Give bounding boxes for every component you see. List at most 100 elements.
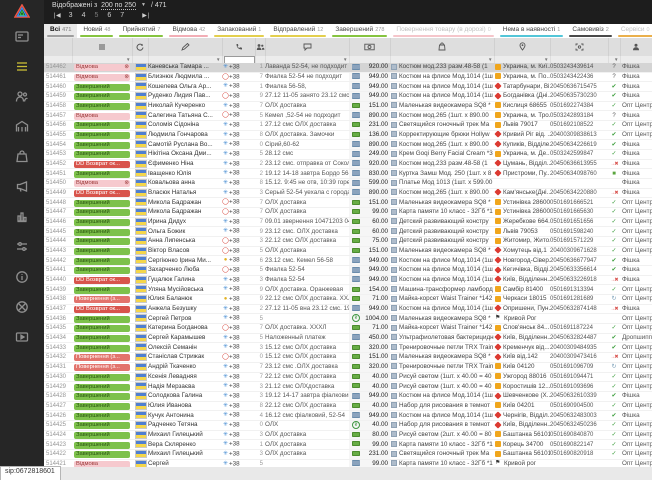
client-name: Сергей Петров	[148, 314, 222, 324]
table-row[interactable]: 514429 Завершений Надія Мерзаєва ✳+38 3 …	[44, 382, 652, 392]
sidebar-item-video-tutorials[interactable]	[0, 322, 44, 352]
sidebar-item-orders-list[interactable]	[0, 52, 44, 82]
status-filter[interactable]: ▼	[72, 56, 132, 63]
table-row[interactable]: 514453 Завершений Нікітіна Оксана Дми...…	[44, 150, 652, 160]
flag-column-header[interactable]	[132, 38, 148, 56]
page-5-current[interactable]: 5	[94, 12, 98, 19]
amount-filter[interactable]	[349, 56, 390, 63]
table-row[interactable]: 514450 Відмова⊗ Ковальова анна ✳+38 8 15…	[44, 179, 652, 189]
table-row[interactable]: 514422 Завершений Михаил Гилецький ✳+38 …	[44, 449, 652, 459]
table-row[interactable]: 514441 Завершений Захарченко Люба ◯+38 5…	[44, 266, 652, 276]
page-3[interactable]: 3	[69, 12, 73, 19]
sidebar-item-info[interactable]	[0, 262, 44, 292]
tab-прийнятий[interactable]: Прийнятий7	[116, 24, 166, 38]
table-row[interactable]: 514432 Повернення (з... Станіслав Стрижа…	[44, 353, 652, 363]
count-filter[interactable]	[255, 56, 265, 63]
table-row[interactable]: 514427 Завершений Юлия Иванова ✳+38 8 22…	[44, 401, 652, 411]
sidebar-item-support[interactable]	[0, 292, 44, 322]
table-row[interactable]: 514451 Завершений Іващенко Юлія ✳+38 2 1…	[44, 169, 652, 179]
sidebar-item-reports[interactable]	[0, 202, 44, 232]
table-row[interactable]: 514447 Завершений Микола Бадражан ◯+38 7…	[44, 208, 652, 218]
address-filter[interactable]: ▼	[494, 56, 550, 63]
page-7[interactable]: 7	[120, 12, 124, 19]
app-logo[interactable]	[0, 0, 44, 22]
table-row[interactable]: 514438 Повернення (з... Юлия Баланюк ●+3…	[44, 295, 652, 305]
table-row[interactable]: 514423 Завершений Вера Скляренко ✳+38 1 …	[44, 440, 652, 450]
table-row[interactable]: 514458 Завершений Николай Кучеренко ✳+38…	[44, 101, 652, 111]
table-row[interactable]: 514440 DD Возврат ок... Гуцалюк Галина ✳…	[44, 275, 652, 285]
status-column-header[interactable]	[72, 38, 132, 56]
sidebar-item-purchases[interactable]	[0, 142, 44, 172]
product-filter[interactable]: ▼	[390, 56, 494, 63]
sidebar-item-warehouse[interactable]	[0, 112, 44, 142]
table-row[interactable]: 514444 Завершений Анна Липенська ◯+38 3 …	[44, 237, 652, 247]
tab-відправлений[interactable]: Відправлений12	[267, 24, 329, 38]
table-row[interactable]: 514437 DD Возврат ок... Анжела Безушку ✳…	[44, 304, 652, 314]
phone-filter-input[interactable]	[224, 56, 255, 63]
phone-column-header[interactable]	[222, 38, 255, 56]
sidebar-item-dashboard[interactable]	[0, 22, 44, 52]
flag-filter[interactable]	[132, 56, 148, 63]
tab-повернення-товару-в-дорозі-[interactable]: Повернення товару (в дорозі)0	[390, 24, 496, 38]
id-filter[interactable]	[44, 56, 72, 63]
table-row[interactable]: 514448 Завершений Микола Бадражан ◯+38 7…	[44, 198, 652, 208]
tab-сервіси[interactable]: Сервіси0	[615, 24, 652, 38]
first-page-button[interactable]: ❘◀	[52, 12, 60, 19]
comment-column-header[interactable]	[265, 38, 349, 56]
table-row[interactable]: 514459 Завершений Руденко Лидия Пав... ◯…	[44, 92, 652, 102]
tab-underline	[569, 35, 612, 37]
table-row[interactable]: 514439 Завершений Уляна Мусійовська ✳+38…	[44, 285, 652, 295]
tab-відмова[interactable]: Відмова42	[166, 24, 211, 38]
check-filter[interactable]: ▼	[608, 56, 620, 63]
last-page-button[interactable]: ▶❘	[142, 12, 150, 19]
tab-всі[interactable]: Всі471	[44, 24, 77, 38]
table-row[interactable]: 514442 Завершений Сергіюнко Ірина Ми... …	[44, 256, 652, 266]
table-row[interactable]: 514449 DD Возврат ок... Власюк Наталья ✳…	[44, 188, 652, 198]
table-row[interactable]: 514425 Завершений Радченко Тетяна ✳+38 0…	[44, 420, 652, 430]
tab-завершений[interactable]: Завершений278	[329, 24, 390, 38]
sidebar-item-settings[interactable]	[0, 232, 44, 262]
page-6[interactable]: 6	[107, 12, 111, 19]
table-row[interactable]: 514443 Завершений Віктор Власов ◯+38 5 О…	[44, 246, 652, 256]
tab-нема-в-наявності[interactable]: Нема в наявності1	[497, 24, 567, 38]
sidebar-item-announcements[interactable]	[0, 172, 44, 202]
table-row[interactable]: 514462 Відмова⊗ Каневська Тамара ... ✳+3…	[44, 63, 652, 72]
client-filter[interactable]: ▼	[148, 56, 222, 63]
manager-filter[interactable]	[620, 56, 652, 63]
page-4[interactable]: 4	[82, 12, 86, 19]
table-row[interactable]: 514455 Завершений Людмила Гончарова ✳+38…	[44, 130, 652, 140]
table-row[interactable]: 514460 Завершений Кошелева Ольга Ар... ✳…	[44, 82, 652, 92]
table-row[interactable]: 514428 Завершений Солодкова Галина ✳+38 …	[44, 391, 652, 401]
address-column-header[interactable]	[494, 38, 550, 56]
table-row[interactable]: 514461 Відмова⊗ Близнюк Людмила ... ◯+38…	[44, 72, 652, 82]
manager-column-header[interactable]	[620, 38, 652, 56]
table-row[interactable]: 514456 Завершений Соломія Сідоніна ✳+38 …	[44, 121, 652, 131]
comment-filter[interactable]: ▼	[265, 56, 349, 63]
client-column-header[interactable]	[148, 38, 222, 56]
check-column-header[interactable]	[608, 38, 620, 56]
sidebar-item-clients[interactable]	[0, 82, 44, 112]
contacts-column-header[interactable]	[255, 38, 265, 56]
table-row[interactable]: 514434 Завершений Сергей Карамышев ✳+38 …	[44, 333, 652, 343]
table-row[interactable]: 514435 Завершений Катерина Богданова ◯+3…	[44, 324, 652, 334]
amount-column-header[interactable]	[349, 38, 390, 56]
table-row[interactable]: 514426 Завершений Кучук Антонина ✳+38 4 …	[44, 411, 652, 421]
table-row[interactable]: 514452 DD Возврат ок... Єфименко Ніна ✳+…	[44, 159, 652, 169]
table-row[interactable]: 514454 Завершений Самотій Руслана Во... …	[44, 140, 652, 150]
ttn-column-header[interactable]	[550, 38, 608, 56]
tab-новий[interactable]: Новий48	[77, 24, 116, 38]
range-dropdown[interactable]: 200 по 250	[101, 2, 136, 10]
table-row[interactable]: 514424 Завершений Михаил Гилецький ✳+38 …	[44, 430, 652, 440]
id-column-header[interactable]	[44, 38, 72, 56]
table-row[interactable]: 514430 Завершений Ксенія Левадняя ✳+38 7…	[44, 372, 652, 382]
tab-запакований[interactable]: Запакований1	[211, 24, 267, 38]
ttn-filter[interactable]	[550, 56, 608, 63]
table-row[interactable]: 514445 Завершений Ольга Божик ✳+38 9 23.…	[44, 227, 652, 237]
table-row[interactable]: 514446 Завершений Ирина Дидух ✳+38 7 09.…	[44, 217, 652, 227]
table-row[interactable]: 514431 Повернення (з... Андрій Ткаченко …	[44, 362, 652, 372]
products-column-header[interactable]	[390, 38, 494, 56]
table-row[interactable]: 514433 Завершений Олексій Семанін ✳+38 3…	[44, 343, 652, 353]
table-row[interactable]: 514457 Відмова Салегина Татьяна С... ◯+3…	[44, 111, 652, 121]
tab-самовивіз[interactable]: Самовивіз2	[566, 24, 615, 38]
table-row[interactable]: 514436 Завершений Сергей Петров ✳+38 5 ₴…	[44, 314, 652, 324]
